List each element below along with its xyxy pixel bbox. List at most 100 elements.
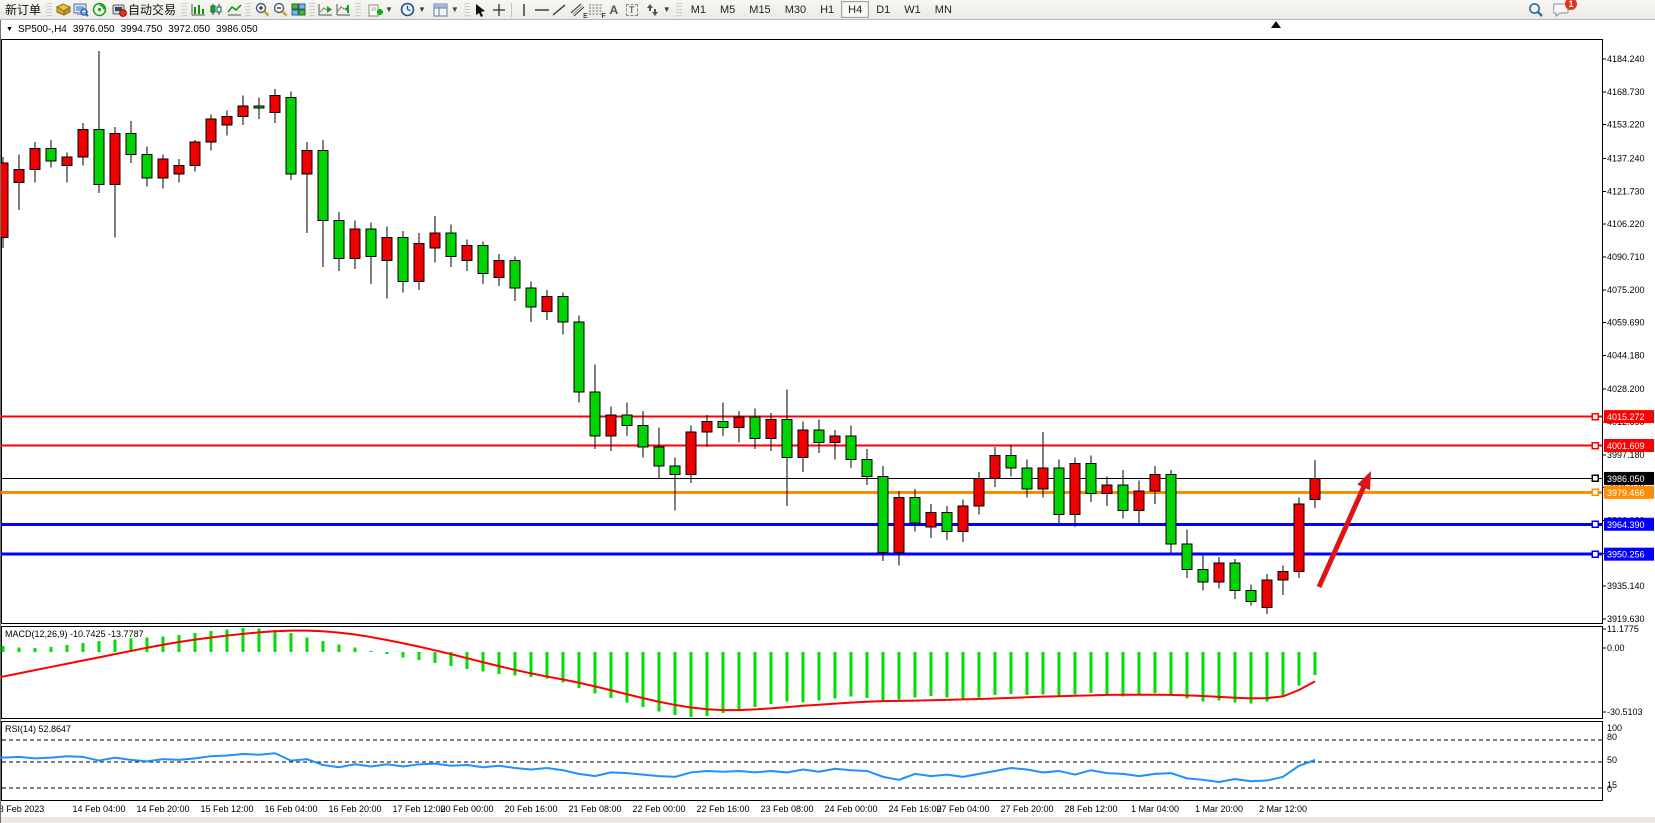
timeframe-button-m30[interactable]: M30 <box>778 1 813 18</box>
candle <box>1230 563 1240 591</box>
candle <box>686 432 696 474</box>
ohlc-open: 3976.050 <box>73 24 115 35</box>
zoom-out-icon[interactable] <box>271 2 289 18</box>
chevron-down-icon: ▼ <box>385 5 393 14</box>
zoom-in-icon[interactable] <box>253 2 271 18</box>
svg-text:4015.272: 4015.272 <box>1607 412 1645 422</box>
timeframe-button-m15[interactable]: M15 <box>742 1 777 18</box>
candle <box>398 237 408 281</box>
svg-text:80: 80 <box>1607 732 1617 742</box>
timeframe-button-h1[interactable]: H1 <box>813 1 841 18</box>
timeframe-button-m1[interactable]: M1 <box>684 1 713 18</box>
svg-text:24 Feb 00:00: 24 Feb 00:00 <box>824 804 877 814</box>
svg-text:4168.730: 4168.730 <box>1607 87 1645 97</box>
notifications-chat-icon[interactable]: 1 <box>1551 2 1571 18</box>
candle <box>174 165 184 173</box>
vertical-line-tool-icon[interactable] <box>515 2 533 18</box>
toolbar-grip <box>355 3 361 17</box>
bar-chart-mode-icon[interactable] <box>189 2 207 18</box>
timeframe-button-h4[interactable]: H4 <box>841 1 869 18</box>
timeframe-button-m5[interactable]: M5 <box>713 1 742 18</box>
fibonacci-tool-icon[interactable]: F <box>587 2 605 18</box>
candle <box>238 106 248 117</box>
level-line-handle[interactable] <box>1592 489 1598 495</box>
timeframe-button-d1[interactable]: D1 <box>869 1 897 18</box>
level-line-handle[interactable] <box>1592 551 1598 557</box>
level-line-handle[interactable] <box>1592 521 1598 527</box>
candle <box>1198 570 1208 583</box>
svg-text:13 Feb 2023: 13 Feb 2023 <box>1 804 44 814</box>
crosshair-icon[interactable] <box>490 2 508 18</box>
template-icon <box>432 2 450 18</box>
candle <box>158 159 168 178</box>
indicators-button[interactable]: ▼ <box>363 1 396 18</box>
search-icon[interactable] <box>1527 2 1545 18</box>
templates-button[interactable]: ▼ <box>429 1 462 18</box>
candle <box>894 498 904 553</box>
candle <box>1118 485 1128 510</box>
line-chart-mode-icon[interactable] <box>225 2 243 18</box>
candle <box>14 170 24 183</box>
time-axis: 13 Feb 202314 Feb 04:0014 Feb 20:0015 Fe… <box>1 804 1307 814</box>
price-axis: 4184.2404168.7304153.2204137.2404121.730… <box>1602 54 1645 624</box>
candle <box>1022 468 1032 489</box>
candle <box>1278 572 1288 580</box>
ohlc-close: 3986.050 <box>216 24 258 35</box>
periods-button[interactable]: ▼ <box>396 1 429 18</box>
candle <box>142 155 152 178</box>
horizontal-line-tool-icon[interactable] <box>533 2 551 18</box>
candle <box>638 426 648 447</box>
trendline-tool-icon[interactable] <box>551 2 569 18</box>
auto-trading-button[interactable]: 自动交易 <box>108 1 179 18</box>
navigator-icon[interactable] <box>90 2 108 18</box>
arrows-tool-icon <box>644 2 662 18</box>
level-line-handle[interactable] <box>1592 414 1598 420</box>
candle <box>814 430 824 443</box>
candle <box>558 297 568 322</box>
candlestick-mode-icon[interactable] <box>207 2 225 18</box>
chart-shift-icon[interactable] <box>335 2 353 18</box>
candle <box>1310 478 1320 499</box>
new-order-button[interactable]: 新订单 <box>2 1 44 18</box>
cursor-icon[interactable] <box>472 2 490 18</box>
svg-text:3919.630: 3919.630 <box>1607 614 1645 624</box>
svg-text:22 Feb 00:00: 22 Feb 00:00 <box>632 804 685 814</box>
svg-text:2 Mar 12:00: 2 Mar 12:00 <box>1259 804 1307 814</box>
candle <box>430 233 440 248</box>
svg-text:1 Mar 20:00: 1 Mar 20:00 <box>1195 804 1243 814</box>
chart-area[interactable]: 4184.2404168.7304153.2204137.2404121.730… <box>0 38 1655 823</box>
arrows-tool-button[interactable]: ▼ <box>641 1 674 18</box>
level-line-handle[interactable] <box>1592 475 1598 481</box>
auto-scroll-icon[interactable] <box>317 2 335 18</box>
tile-windows-icon[interactable] <box>289 2 307 18</box>
candle <box>334 220 344 258</box>
market-watch-icon[interactable] <box>72 2 90 18</box>
level-line-handle[interactable] <box>1592 443 1598 449</box>
svg-text:27 Feb 04:00: 27 Feb 04:00 <box>936 804 989 814</box>
svg-text:4121.730: 4121.730 <box>1607 186 1645 196</box>
collapse-triangle-icon[interactable]: ▼ <box>6 26 13 33</box>
candle <box>1150 474 1160 491</box>
chart-window-header[interactable]: ▼ SP500-,H4 3976.050 3994.750 3972.050 3… <box>0 20 1655 38</box>
svg-text:3979.466: 3979.466 <box>1607 488 1645 498</box>
profiles-icon[interactable] <box>54 2 72 18</box>
svg-text:20 Feb 16:00: 20 Feb 16:00 <box>504 804 557 814</box>
price-chart[interactable]: 4184.2404168.7304153.2204137.2404121.730… <box>1 38 1655 823</box>
text-label-tool-icon[interactable]: T <box>623 2 641 18</box>
timeframe-button-mn[interactable]: MN <box>928 1 959 18</box>
svg-text:0.00: 0.00 <box>1607 643 1625 653</box>
text-tool-icon[interactable]: A <box>605 2 623 18</box>
svg-text:14 Feb 04:00: 14 Feb 04:00 <box>72 804 125 814</box>
annotation-arrow[interactable] <box>1319 471 1371 587</box>
candle <box>670 466 680 474</box>
equidistant-channel-tool-icon[interactable]: E <box>569 2 587 18</box>
candle <box>462 246 472 261</box>
candle <box>318 151 328 221</box>
timeframe-button-w1[interactable]: W1 <box>897 1 928 18</box>
candle <box>1182 544 1192 569</box>
candle <box>1 163 8 237</box>
candle <box>110 134 120 185</box>
svg-text:14 Feb 20:00: 14 Feb 20:00 <box>136 804 189 814</box>
svg-text:1 Mar 04:00: 1 Mar 04:00 <box>1131 804 1179 814</box>
svg-text:3935.140: 3935.140 <box>1607 581 1645 591</box>
